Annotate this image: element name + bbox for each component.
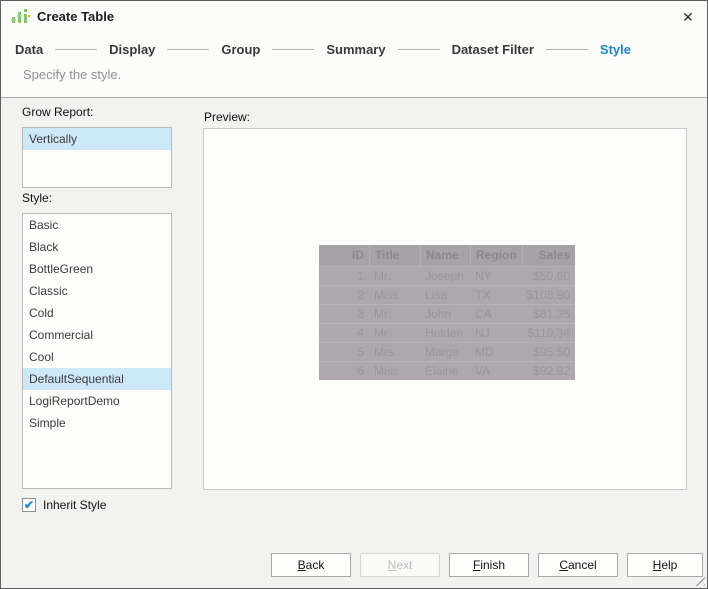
table-row: 1 Mr. Joseph NY $50,60 — [319, 266, 575, 285]
dialog-buttons: Back Next Finish Cancel Help — [271, 553, 703, 577]
wizard-steps: Data Display Group Summary Dataset Filte… — [15, 39, 631, 59]
column-header: Region — [470, 245, 522, 266]
style-option-logireportdemo[interactable]: LogiReportDemo — [23, 390, 171, 412]
checkmark-icon: ✔ — [23, 498, 35, 512]
step-connector — [55, 48, 98, 50]
cell-sales: $81,35 — [533, 307, 570, 321]
column-header: Name — [420, 245, 470, 266]
step-connector — [272, 48, 315, 50]
preview-area: ID Title Name Region Sales 1 Mr. Joseph … — [203, 128, 687, 490]
cell-id: 5 — [357, 345, 364, 359]
style-option-classic[interactable]: Classic — [23, 280, 171, 302]
column-header: Sales — [522, 245, 575, 266]
table-row: 3 Mr. John CA $81,35 — [319, 304, 575, 323]
table-row: 2 Miss. Lisa TX $108,90 — [319, 285, 575, 304]
style-option-cool[interactable]: Cool — [23, 346, 171, 368]
cell-name: John — [425, 307, 452, 321]
style-option-simple[interactable]: Simple — [23, 412, 171, 434]
style-option-black[interactable]: Black — [23, 236, 171, 258]
step-summary[interactable]: Summary — [326, 42, 385, 57]
step-description: Specify the style. — [23, 67, 122, 82]
inherit-style-checkbox[interactable]: ✔ — [22, 498, 36, 512]
step-style[interactable]: Style — [600, 42, 631, 57]
cell-name: Lisa — [425, 288, 448, 302]
cell-name: Holden — [425, 326, 464, 340]
cancel-button[interactable]: Cancel — [538, 553, 618, 577]
finish-button-label: Finish — [472, 558, 506, 572]
cancel-button-label: Cancel — [559, 558, 597, 572]
cell-region: NJ — [475, 326, 490, 340]
cell-sales: $50,60 — [533, 269, 570, 283]
finish-button[interactable]: Finish — [449, 553, 529, 577]
cell-name: Elaine — [425, 364, 459, 378]
step-display[interactable]: Display — [109, 42, 155, 57]
close-button[interactable]: ✕ — [677, 6, 699, 28]
cell-title: Mrs. — [374, 345, 398, 359]
step-connector — [397, 48, 440, 50]
step-dataset-filter[interactable]: Dataset Filter — [452, 42, 534, 57]
cell-name: Marge — [425, 345, 460, 359]
cell-sales: $110,34 — [527, 326, 571, 340]
column-header: ID — [352, 248, 364, 262]
cell-region: CA — [475, 307, 492, 321]
back-button[interactable]: Back — [271, 553, 351, 577]
style-option-basic[interactable]: Basic — [23, 214, 171, 236]
table-row: 5 Mrs. Marge MD $95.50 — [319, 342, 575, 361]
style-list: Basic Black BottleGreen Classic Cold Com… — [22, 213, 172, 489]
cell-title: Mr. — [374, 307, 391, 321]
help-button-label: Help — [652, 558, 678, 572]
cell-id: 4 — [357, 326, 364, 340]
step-connector — [167, 48, 210, 50]
table-row: 6 Miss. Elaine VA $92.82 — [319, 361, 575, 380]
cell-region: TX — [475, 288, 491, 302]
step-connector — [545, 48, 588, 50]
style-option-defaultsequential[interactable]: DefaultSequential — [23, 368, 171, 390]
grow-report-option-vertically[interactable]: Vertically — [23, 128, 171, 150]
title-bar: Create Table ✕ — [1, 1, 707, 31]
create-table-icon — [11, 9, 30, 23]
cell-title: Miss. — [374, 364, 402, 378]
preview-table-header: ID Title Name Region Sales — [319, 245, 575, 266]
style-option-cold[interactable]: Cold — [23, 302, 171, 324]
cell-id: 3 — [357, 307, 364, 321]
cell-sales: $92.82 — [533, 364, 570, 378]
step-data[interactable]: Data — [15, 42, 43, 57]
window-title: Create Table — [37, 9, 115, 24]
grow-report-list: Vertically — [22, 127, 172, 188]
cell-region: MD — [475, 345, 494, 359]
style-option-commercial[interactable]: Commercial — [23, 324, 171, 346]
column-header: Title — [369, 245, 420, 266]
cell-region: NY — [475, 269, 492, 283]
cell-name: Joseph — [425, 269, 464, 283]
cell-id: 1 — [357, 269, 364, 283]
wizard-header: Create Table ✕ Data Display Group Summar… — [1, 1, 707, 98]
cell-title: Miss. — [374, 288, 402, 302]
style-label: Style: — [22, 191, 53, 205]
preview-table: ID Title Name Region Sales 1 Mr. Joseph … — [319, 245, 575, 380]
grow-report-label: Grow Report: — [22, 105, 94, 119]
cell-id: 2 — [357, 288, 364, 302]
next-button-label: Next — [387, 558, 413, 572]
create-table-dialog: Create Table ✕ Data Display Group Summar… — [0, 0, 708, 589]
step-group[interactable]: Group — [221, 42, 260, 57]
cell-title: Mr. — [374, 326, 391, 340]
help-button[interactable]: Help — [627, 553, 703, 577]
cell-sales: $95.50 — [533, 345, 570, 359]
cell-region: VA — [475, 364, 491, 378]
table-row: 4 Mr. Holden NJ $110,34 — [319, 323, 575, 342]
inherit-style-label: Inherit Style — [43, 498, 107, 512]
cell-title: Mr. — [374, 269, 391, 283]
cell-sales: $108,90 — [526, 288, 570, 302]
cell-id: 6 — [357, 364, 364, 378]
back-button-label: Back — [297, 558, 325, 572]
style-option-bottlegreen[interactable]: BottleGreen — [23, 258, 171, 280]
preview-label: Preview: — [204, 110, 251, 124]
next-button[interactable]: Next — [360, 553, 440, 577]
inherit-style-row: ✔ Inherit Style — [22, 498, 106, 512]
